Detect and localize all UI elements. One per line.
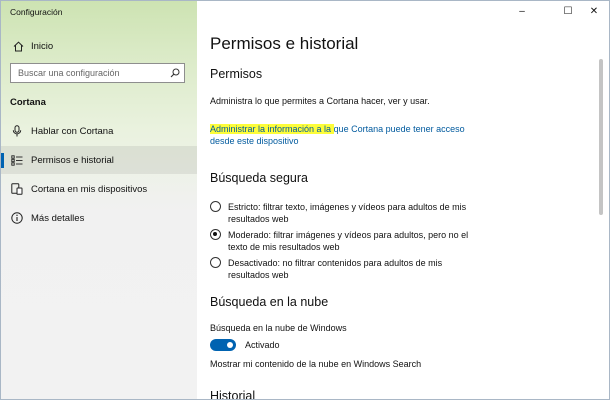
cloud-content-text: Mostrar mi contenido de la nube en Windo… (210, 359, 422, 369)
sidebar-item-label: Más detalles (31, 212, 85, 224)
main-content: Permisos e historial Permisos Administra… (197, 1, 609, 399)
sidebar-item-cortana-en-mis-dispositivos[interactable]: Cortana en mis dispositivos (1, 175, 197, 203)
radio-label: Moderado: filtrar imágenes y vídeos para… (228, 230, 469, 252)
radio-button-selected[interactable] (210, 229, 221, 240)
sidebar-item-label: Hablar con Cortana (31, 125, 114, 137)
radio-label: Estricto: filtrar texto, imágenes y víde… (228, 202, 467, 224)
permisos-description: Administra lo que permites a Cortana hac… (210, 96, 430, 106)
radio-label: Desactivado: no filtrar contenidos para … (228, 258, 443, 280)
scrollbar[interactable] (599, 59, 603, 215)
sidebar-item-label: Permisos e historial (31, 154, 114, 166)
home-nav-item[interactable]: Inicio (1, 35, 197, 57)
cloud-search-caption: Búsqueda en la nube de Windows (210, 323, 347, 333)
settings-window: Configuración Inicio Cortana Hablar con … (0, 0, 610, 400)
maximize-icon: ☐ (563, 5, 573, 17)
link-text-rest: que Cortana puede tener acceso (333, 124, 465, 134)
radio-button[interactable] (210, 201, 221, 212)
sidebar-item-hablar-con-cortana[interactable]: Hablar con Cortana (1, 117, 197, 145)
close-icon: ✕ (589, 5, 599, 17)
sidebar-item-label: Cortana en mis dispositivos (31, 183, 148, 195)
search-icon[interactable] (166, 64, 184, 82)
home-label: Inicio (31, 40, 54, 52)
highlighted-link-text: Administrar la información a la (210, 124, 334, 134)
info-icon (11, 212, 23, 224)
minimize-button[interactable]: – (507, 1, 537, 21)
cloud-search-toggle[interactable] (210, 339, 236, 351)
radio-desactivado[interactable]: Desactivado: no filtrar contenidos para … (210, 257, 500, 281)
section-heading-busqueda-segura: Búsqueda segura (210, 171, 308, 185)
minimize-icon: – (519, 5, 525, 17)
radio-button[interactable] (210, 257, 221, 268)
sidebar-item-permisos-e-historial[interactable]: Permisos e historial (1, 146, 197, 174)
search-input[interactable] (11, 64, 166, 82)
sidebar-item-mas-detalles[interactable]: Más detalles (1, 204, 197, 232)
toggle-state-label: Activado (245, 340, 280, 350)
radio-estricto[interactable]: Estricto: filtrar texto, imágenes y víde… (210, 201, 500, 225)
link-text-line2: desde este dispositivo (210, 136, 299, 146)
permissions-list-icon (11, 154, 23, 166)
devices-icon (11, 183, 23, 195)
toggle-knob (227, 342, 233, 348)
sidebar: Configuración Inicio Cortana Hablar con … (1, 1, 197, 399)
microphone-icon (11, 125, 23, 137)
manage-info-link[interactable]: Administrar la información a la que Cort… (210, 123, 500, 147)
home-icon (12, 40, 24, 52)
window-title: Configuración (10, 7, 63, 17)
section-heading-permisos: Permisos (210, 67, 263, 81)
settings-search-box[interactable] (10, 63, 185, 83)
section-heading-historial: Historial (210, 389, 256, 400)
radio-moderado[interactable]: Moderado: filtrar imágenes y vídeos para… (210, 229, 500, 253)
page-title: Permisos e historial (210, 34, 359, 53)
section-heading-busqueda-en-la-nube: Búsqueda en la nube (210, 295, 329, 309)
close-button[interactable]: ✕ (579, 1, 609, 21)
sidebar-section-label: Cortana (10, 97, 46, 108)
